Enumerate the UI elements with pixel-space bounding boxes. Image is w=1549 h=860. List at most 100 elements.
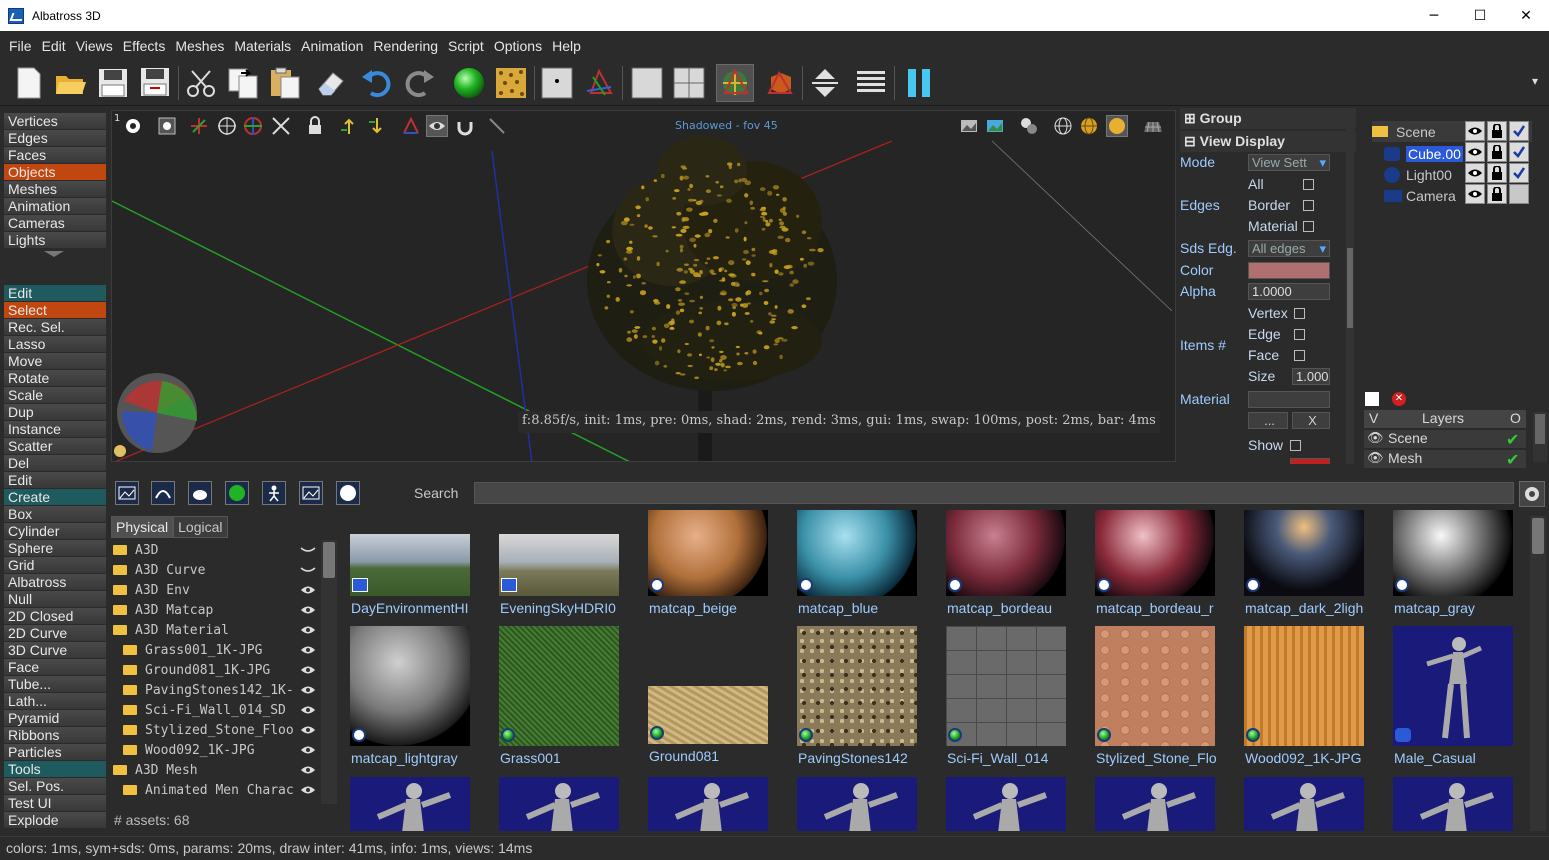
edit-scatter[interactable]: Scatter [4,438,106,455]
checked-icon[interactable] [1509,184,1529,204]
sds-edges-dropdown[interactable]: All edges ▾ [1248,240,1330,257]
layer-row-mesh[interactable]: 👁 Mesh ✔ [1364,450,1526,469]
asset-tile[interactable]: matcap_lightgray [350,626,490,771]
snap-up-button[interactable] [338,115,360,137]
create-lath-[interactable]: Lath... [4,693,106,710]
checked-icon[interactable] [1509,163,1529,183]
create-sphere[interactable]: Sphere [4,540,106,557]
create-cylinder[interactable]: Cylinder [4,523,106,540]
asset-thumbnail[interactable] [648,777,768,831]
tree-folder-row[interactable]: PavingStones142_1K- [111,680,341,700]
measure-button[interactable] [486,115,508,137]
visibility-eye-icon[interactable] [299,662,317,678]
mode-meshes[interactable]: Meshes [4,181,106,198]
menu-help[interactable]: Help [547,38,586,54]
axes-view-button[interactable] [580,64,618,102]
asset-thumbnail[interactable] [350,777,470,831]
tab-logical[interactable]: Logical [173,516,228,538]
close-button[interactable]: ✕ [1503,0,1549,31]
tool-explode[interactable]: Explode [4,812,106,829]
visibility-eye-icon[interactable] [299,622,317,638]
eraser-button[interactable] [312,64,350,102]
viewport-settings-button[interactable] [122,115,144,137]
mode-faces[interactable]: Faces [4,147,106,164]
texture-button[interactable] [492,64,530,102]
material-field[interactable] [1248,391,1330,408]
tree-folder-row[interactable]: Stylized_Stone_Floo [111,720,341,740]
new-file-button[interactable] [10,64,48,102]
image-view-button[interactable] [958,115,980,137]
edit-dup[interactable]: Dup [4,404,106,421]
checked-icon[interactable] [1509,121,1529,141]
navigation-gizmo[interactable] [114,373,198,457]
single-view-button[interactable] [538,64,576,102]
edit-move[interactable]: Move [4,353,106,370]
tree-folder-row[interactable]: Animated Men Charac [111,780,341,800]
move-vertical-button[interactable] [806,64,844,102]
wire-globe-button[interactable] [1052,115,1074,137]
asset-tile[interactable]: Stylized_Stone_Flo [1095,626,1235,771]
edit-del[interactable]: Del [4,455,106,472]
new-scene-item-icon[interactable] [1365,392,1379,406]
layer-row-scene[interactable]: 👁 Scene ✔ [1364,430,1526,449]
tool-test-ui[interactable]: Test UI [4,795,106,812]
tree-folder-row[interactable]: Wood092_1K-JPG [111,740,341,760]
tree-folder-row[interactable]: A3D Material [111,620,341,640]
asset-thumbnail[interactable] [946,777,1066,831]
matcap-filter-button[interactable] [336,481,360,505]
edit-scale[interactable]: Scale [4,387,106,404]
create-grid[interactable]: Grid [4,557,106,574]
magnet-button[interactable] [454,115,476,137]
show-checkbox[interactable] [1290,440,1301,451]
tree-folder-row[interactable]: A3D Curve [111,560,341,580]
copy-button[interactable] [224,64,262,102]
toolbar-overflow-button[interactable]: ▾ [1532,74,1538,88]
edge-checkbox[interactable] [1294,329,1305,340]
asset-tile[interactable]: PavingStones142 [797,626,937,771]
edit-rec-sel-[interactable]: Rec. Sel. [4,319,106,336]
tree-folder-row[interactable]: A3D [111,540,341,560]
visibility-eye-icon[interactable] [1465,163,1485,183]
mode-edges[interactable]: Edges [4,130,106,147]
vertex-checkbox[interactable] [1294,308,1305,319]
edit-edit[interactable]: Edit [4,472,106,489]
image-filter-button[interactable] [299,481,323,505]
eye-view-button[interactable] [426,115,448,137]
tree-folder-row[interactable]: Sci-Fi_Wall_014_SD [111,700,341,720]
textured-globe-button[interactable] [1078,115,1100,137]
visibility-eye-icon[interactable] [299,642,317,658]
mode-cameras[interactable]: Cameras [4,215,106,232]
smooth-shading-button[interactable] [1106,115,1128,137]
cross-button[interactable] [270,115,292,137]
menu-options[interactable]: Options [489,38,547,54]
target-button[interactable] [216,115,238,137]
create-3d-curve[interactable]: 3D Curve [4,642,106,659]
alpha-input[interactable]: 1.0000 [1248,283,1330,300]
cut-button[interactable] [182,64,220,102]
edit-rotate[interactable]: Rotate [4,370,106,387]
snap-down-button[interactable] [366,115,388,137]
properties-scrollbar[interactable] [1346,108,1354,464]
render-box-button[interactable] [760,64,798,102]
mode-objects[interactable]: Objects [4,164,106,181]
group-section-header[interactable]: ⊞ Group [1180,108,1356,129]
layout-one-button[interactable] [628,64,666,102]
asset-thumbnail[interactable] [1095,777,1215,831]
mesh-filter-button[interactable] [188,481,212,505]
checked-icon[interactable] [1509,142,1529,162]
mode-dropdown[interactable]: View Sett ▾ [1248,154,1330,171]
collapse-icon[interactable] [299,542,317,558]
visibility-eye-icon[interactable] [299,782,317,798]
all-checkbox[interactable] [1303,179,1314,190]
layout-four-button[interactable] [670,64,708,102]
tree-scrollbar[interactable] [321,540,337,804]
border-checkbox[interactable] [1303,200,1314,211]
scene-row-camera[interactable]: Camera [1372,185,1532,206]
visibility-eye-icon[interactable] [1465,142,1485,162]
layers-scrollbar[interactable] [1533,412,1547,462]
character-filter-button[interactable] [262,481,286,505]
render-view-button[interactable] [716,64,754,102]
material-filter-button[interactable] [225,481,249,505]
view-display-section-header[interactable]: ⊟ View Display [1180,131,1356,152]
menu-effects[interactable]: Effects [118,38,171,54]
